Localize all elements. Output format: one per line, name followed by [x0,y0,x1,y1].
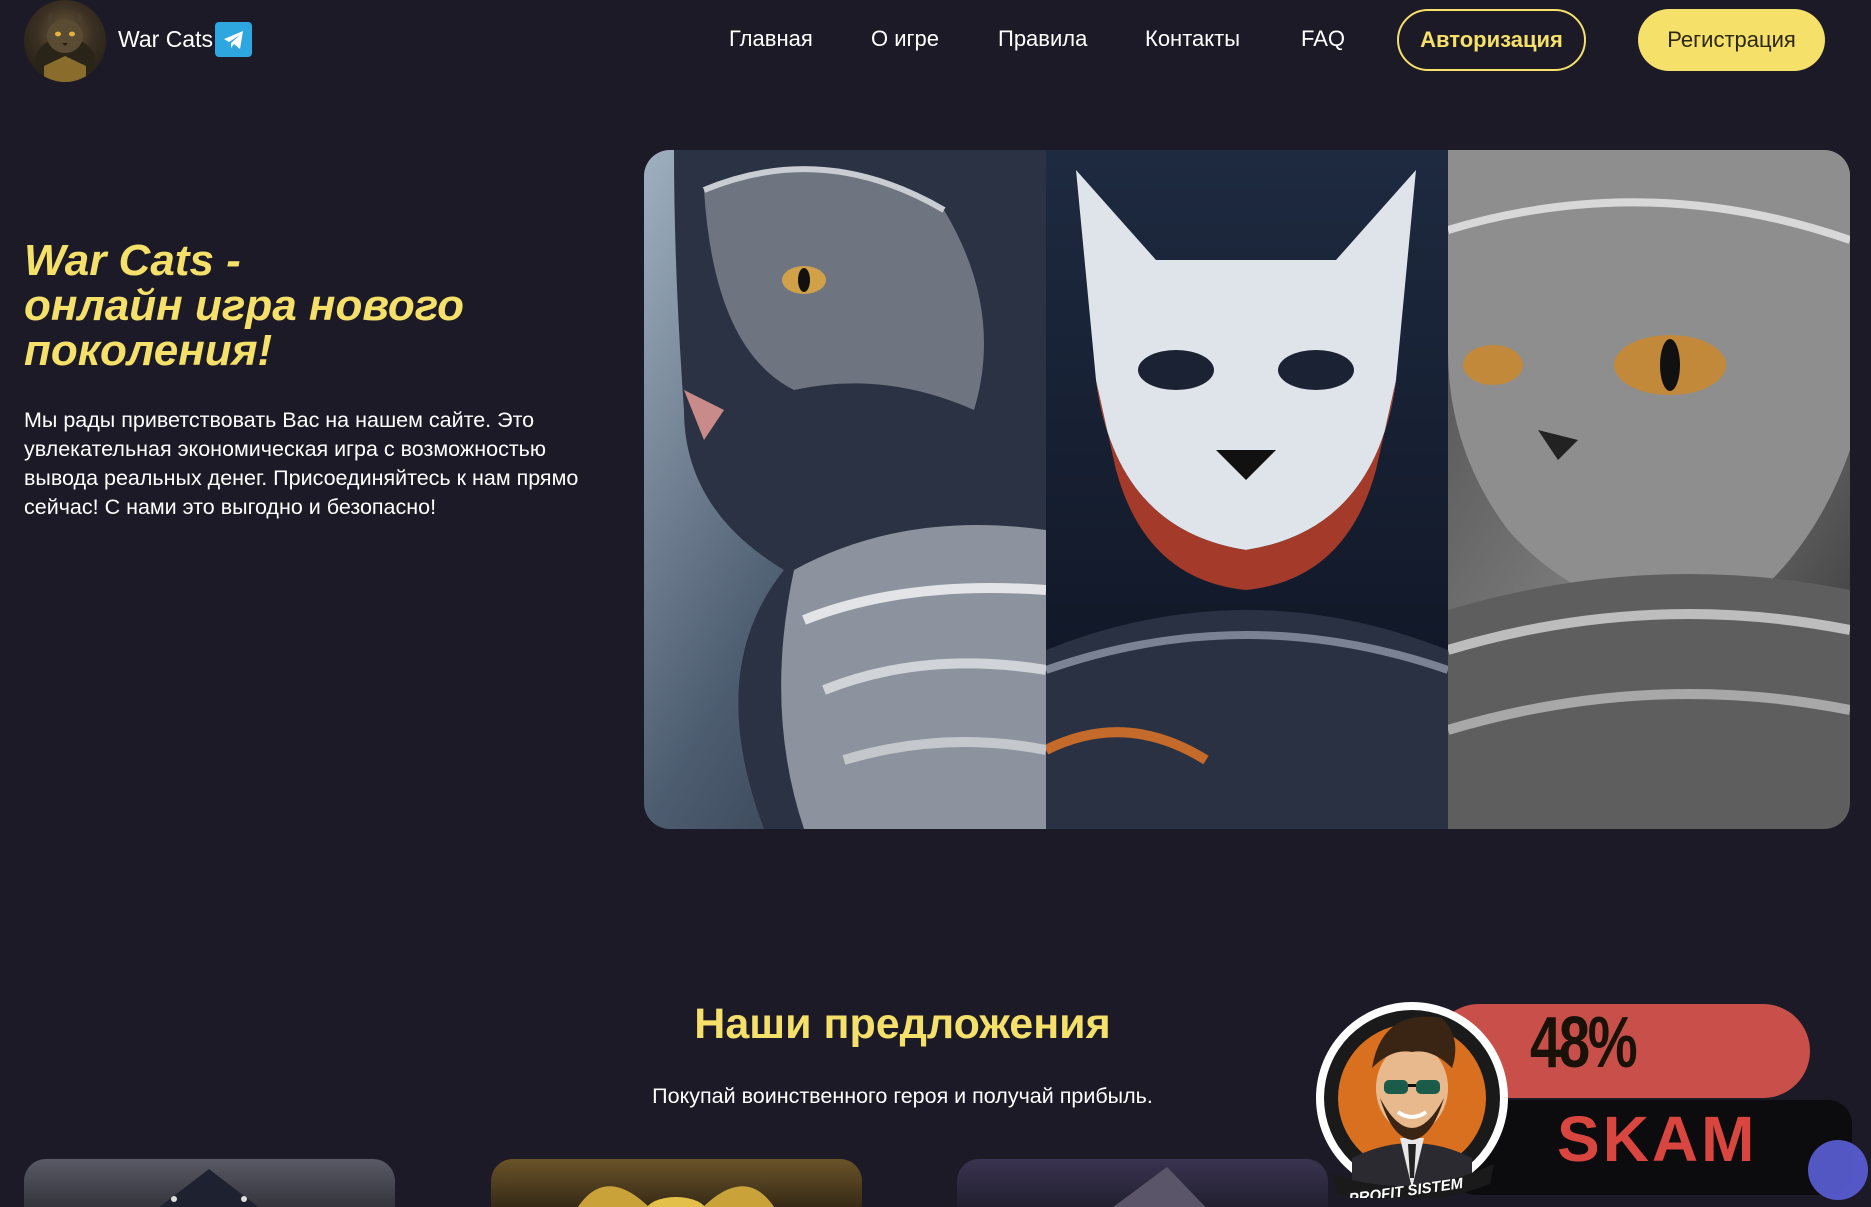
profit-sistem-seal-icon: PROFIT SISTEM [1312,988,1512,1207]
armored-cat-image-2 [1046,150,1448,829]
scam-warning-badge: 48% SKAM PROFIT SISTEM [1312,988,1852,1207]
armored-cat-image-3 [1448,150,1850,829]
hero-title-line: War Cats - [24,236,241,285]
nav-home[interactable]: Главная [729,26,813,52]
hero-title: War Cats - онлайн игра нового поколения! [24,238,584,373]
hero-title-line: поколения! [24,326,273,375]
offers-subtitle-text: Покупай воинственного героя и получай пр… [652,1084,1153,1108]
chat-widget-button[interactable] [1808,1140,1868,1200]
login-button[interactable]: Авторизация [1397,9,1586,71]
register-button[interactable]: Регистрация [1638,9,1825,71]
percent-value: 48% [1530,1003,1638,1083]
brand-name[interactable]: War Cats [118,26,213,53]
hero-card-3[interactable] [957,1159,1328,1207]
hero-card-2[interactable] [491,1159,862,1207]
armored-cat-image-1 [644,150,1046,829]
telegram-icon[interactable] [215,22,252,57]
hero-description: Мы рады приветствовать Вас на нашем сайт… [24,408,579,519]
hero-gallery [644,150,1850,829]
nav-about[interactable]: О игре [871,26,939,52]
nav-contacts[interactable]: Контакты [1145,26,1240,52]
nav-rules[interactable]: Правила [998,26,1087,52]
hero-title-line: онлайн игра нового [24,281,464,330]
site-header: War Cats Главная О игре Правила Контакты… [0,0,1871,82]
hero-card-1[interactable] [24,1159,395,1207]
nav-faq[interactable]: FAQ [1301,26,1345,52]
skam-label: SKAM [1557,1103,1758,1175]
offers-title-text: Наши предложения [694,1000,1111,1048]
cat-avatar-logo[interactable] [24,0,106,82]
